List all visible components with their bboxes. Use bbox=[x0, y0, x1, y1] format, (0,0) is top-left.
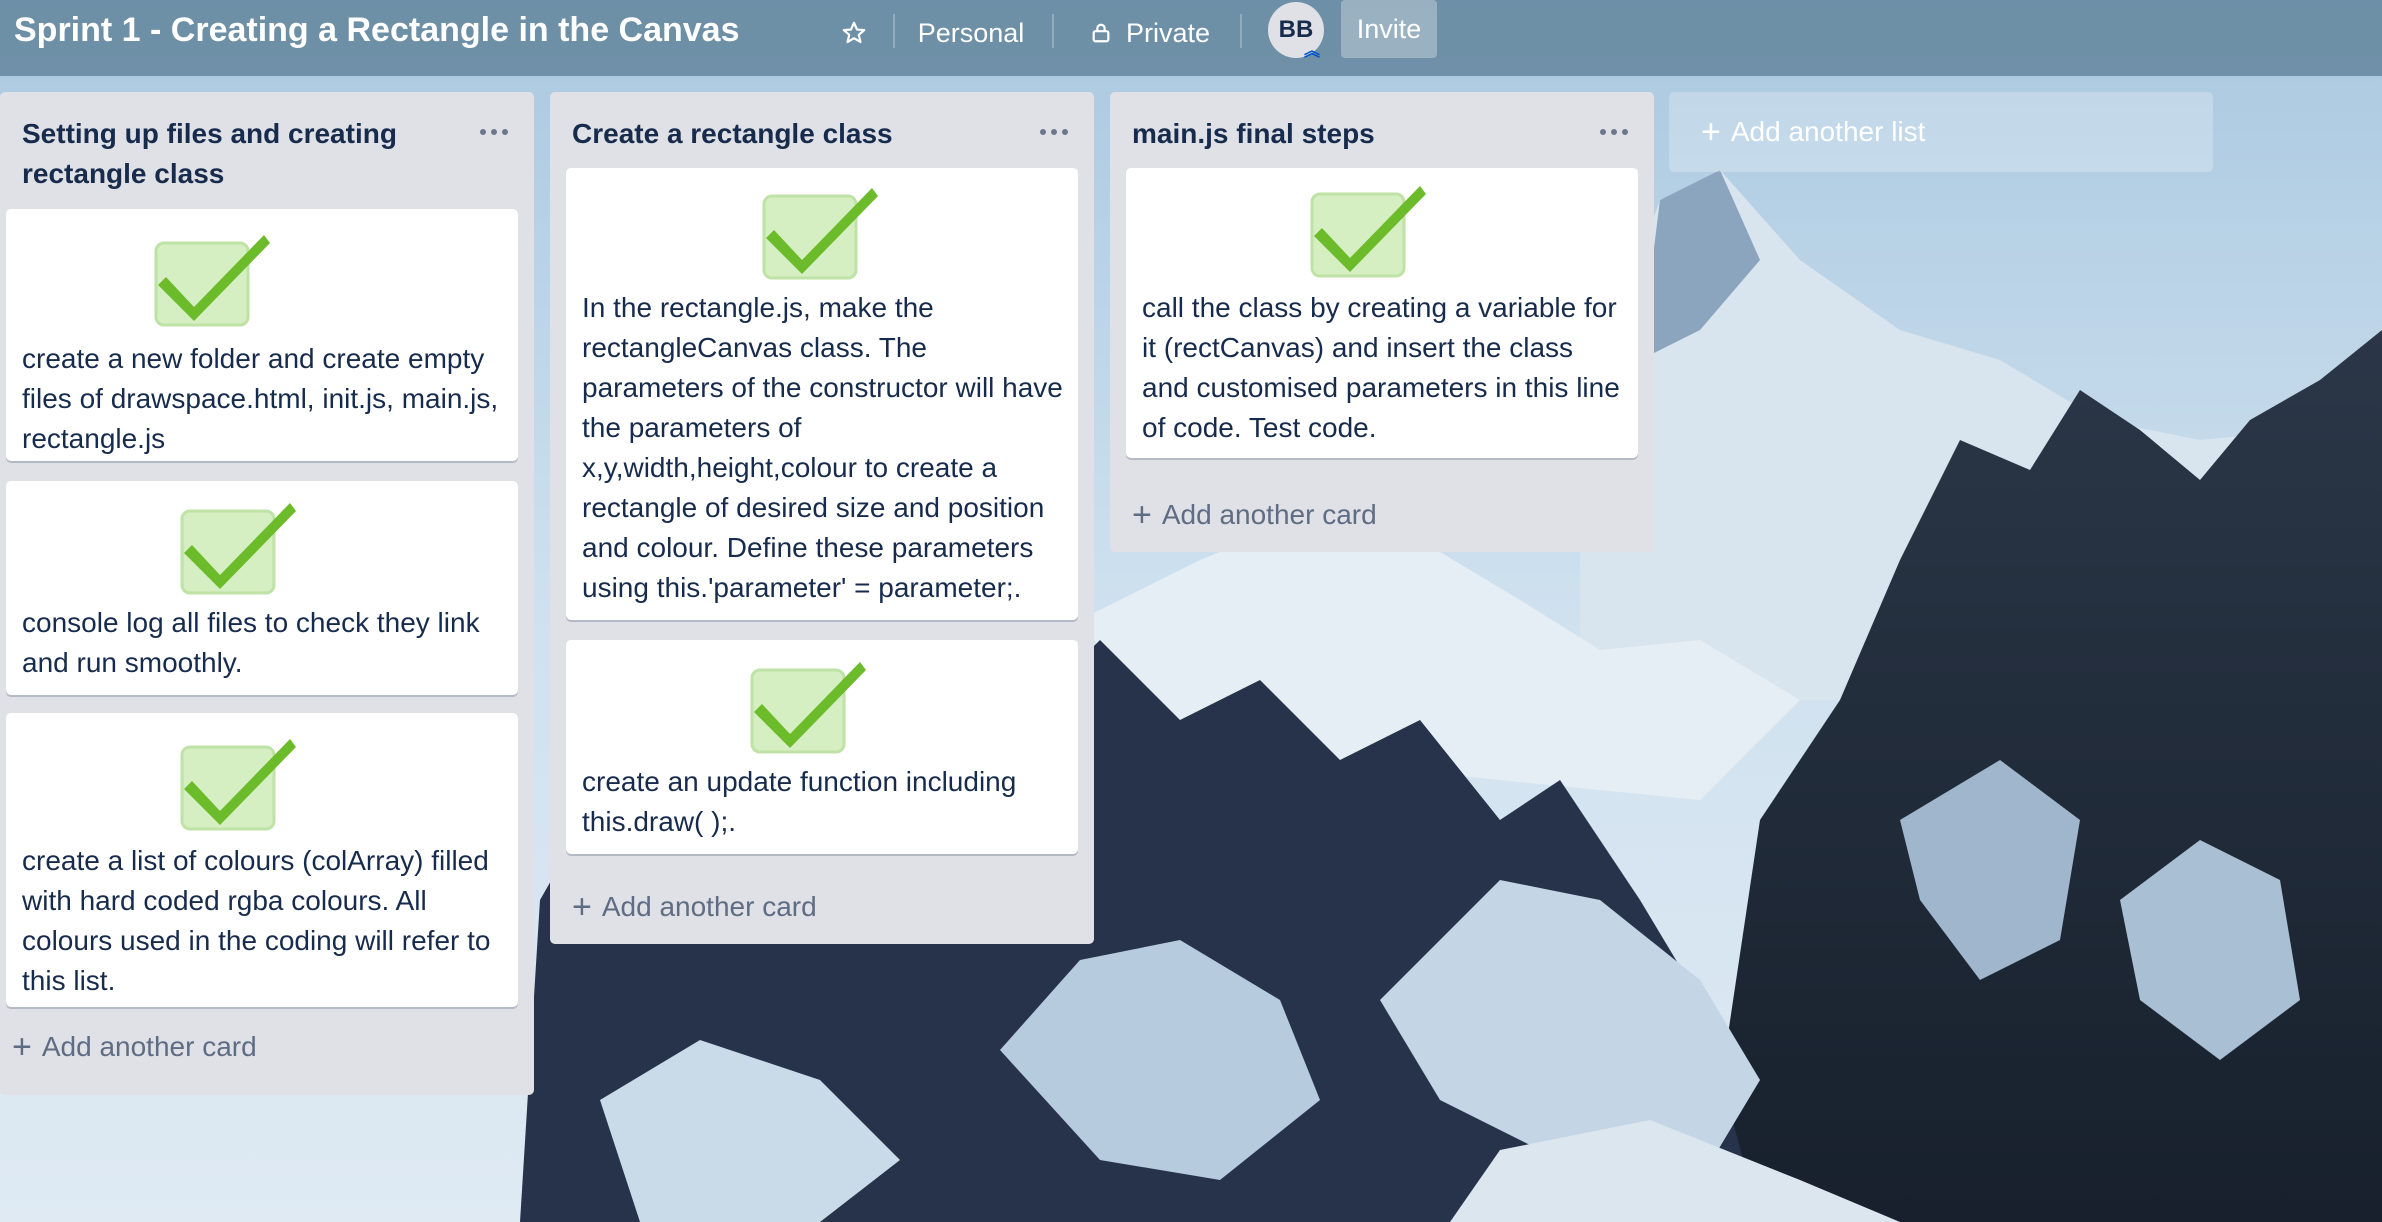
list-title[interactable]: main.js final steps bbox=[1132, 114, 1572, 154]
checkmark-icon bbox=[180, 503, 296, 595]
lock-icon bbox=[1092, 23, 1110, 43]
card-text: call the class by creating a variable fo… bbox=[1142, 292, 1620, 443]
checkmark-icon bbox=[750, 662, 866, 754]
list-menu-button[interactable] bbox=[1594, 114, 1634, 150]
invite-button[interactable]: Invite bbox=[1341, 0, 1437, 58]
privacy-label: Private bbox=[1125, 17, 1211, 48]
plus-icon: + bbox=[12, 1028, 32, 1066]
add-card-button[interactable]: + Add another card bbox=[572, 882, 817, 932]
add-card-button[interactable]: + Add another card bbox=[12, 1022, 257, 1072]
star-icon bbox=[842, 21, 866, 44]
card[interactable]: create a list of colours (colArray) fill… bbox=[6, 713, 518, 1007]
add-card-label: Add another card bbox=[1161, 499, 1377, 530]
card-text: create an update function including this… bbox=[582, 766, 1017, 837]
plus-icon: + bbox=[1701, 113, 1721, 151]
card[interactable]: create an update function including this… bbox=[566, 640, 1078, 854]
privacy-button[interactable]: Private bbox=[1075, 8, 1225, 58]
card-text: create a new folder and create empty fil… bbox=[22, 343, 499, 454]
more-icon bbox=[1040, 129, 1068, 135]
plus-icon: + bbox=[572, 888, 592, 926]
list-title[interactable]: Create a rectangle class bbox=[572, 114, 1012, 154]
checkmark-icon bbox=[762, 188, 878, 280]
card[interactable]: create a new folder and create empty fil… bbox=[6, 209, 518, 461]
list-setting-up-files: Setting up files and creating rectangle … bbox=[0, 92, 534, 1095]
team-visibility-button[interactable]: Personal bbox=[908, 8, 1034, 58]
list-create-rectangle-class: Create a rectangle class In the rectangl… bbox=[550, 92, 1094, 944]
list-menu-button[interactable] bbox=[1034, 114, 1074, 150]
board-title[interactable]: Sprint 1 - Creating a Rectangle in the C… bbox=[14, 10, 740, 50]
header-divider bbox=[893, 14, 895, 48]
member-avatar[interactable]: BB ︽ bbox=[1268, 2, 1324, 60]
add-card-label: Add another card bbox=[41, 1031, 257, 1062]
card[interactable]: In the rectangle.js, make the rectangleC… bbox=[566, 168, 1078, 620]
checkmark-icon bbox=[154, 235, 270, 327]
admin-chevron-icon: ︽ bbox=[1303, 43, 1320, 60]
board-header: Sprint 1 - Creating a Rectangle in the C… bbox=[0, 0, 2382, 76]
list-menu-button[interactable] bbox=[474, 114, 514, 150]
checkmark-icon bbox=[1310, 186, 1426, 278]
add-card-button[interactable]: + Add another card bbox=[1132, 490, 1377, 540]
card-text: console log all files to check they link… bbox=[22, 607, 480, 678]
avatar-initials: BB bbox=[1278, 16, 1314, 43]
more-icon bbox=[1600, 129, 1628, 135]
card[interactable]: console log all files to check they link… bbox=[6, 481, 518, 695]
plus-icon: + bbox=[1132, 496, 1152, 534]
more-icon bbox=[480, 129, 508, 135]
card-text: In the rectangle.js, make the rectangleC… bbox=[582, 292, 1063, 603]
checkmark-icon bbox=[180, 739, 296, 831]
add-list-button[interactable]: + Add another list bbox=[1669, 92, 2213, 172]
list-title[interactable]: Setting up files and creating rectangle … bbox=[22, 114, 462, 194]
star-button[interactable] bbox=[836, 8, 872, 58]
header-divider bbox=[1240, 14, 1242, 48]
card[interactable]: call the class by creating a variable fo… bbox=[1126, 168, 1638, 458]
card-text: create a list of colours (colArray) fill… bbox=[22, 845, 491, 996]
header-divider bbox=[1052, 14, 1054, 48]
add-list-label: Add another list bbox=[1730, 116, 1926, 147]
add-card-label: Add another card bbox=[601, 891, 817, 922]
list-main-js-final-steps: main.js final steps call the class by cr… bbox=[1110, 92, 1654, 552]
